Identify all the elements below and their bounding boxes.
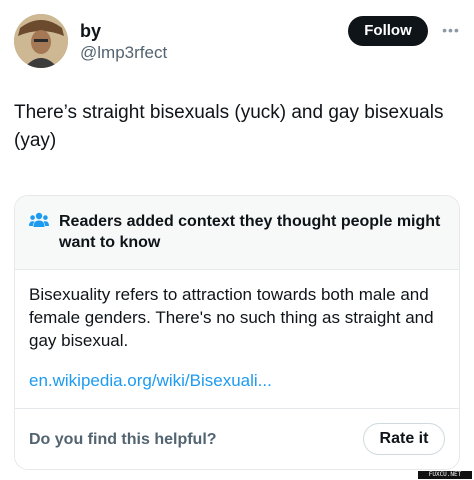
user-handle[interactable]: @lmp3rfect <box>80 42 167 64</box>
community-note-card: Readers added context they thought peopl… <box>14 195 460 470</box>
avatar[interactable] <box>14 14 68 68</box>
community-note-link[interactable]: en.wikipedia.org/wiki/Bisexuali... <box>29 370 272 392</box>
helpful-question: Do you find this helpful? <box>29 431 217 448</box>
community-note-body: Bisexuality refers to attraction towards… <box>29 285 434 350</box>
watermark: FUXCU.NET <box>418 471 472 479</box>
tweet-header: by @lmp3rfect Follow ••• <box>0 0 474 80</box>
tweet-text: There’s straight bisexuals (yuck) and ga… <box>14 102 444 151</box>
more-options-icon[interactable]: ••• <box>438 19 464 41</box>
follow-button[interactable]: Follow <box>348 16 428 46</box>
rate-it-button[interactable]: Rate it <box>363 423 445 455</box>
community-note-title: Readers added context they thought peopl… <box>59 213 441 251</box>
community-note-footer: Do you find this helpful? Rate it <box>15 408 459 469</box>
community-note-header: Readers added context they thought peopl… <box>15 196 459 270</box>
profile-photo-icon <box>14 14 68 68</box>
display-name[interactable]: by <box>80 20 101 42</box>
people-icon <box>29 212 49 227</box>
